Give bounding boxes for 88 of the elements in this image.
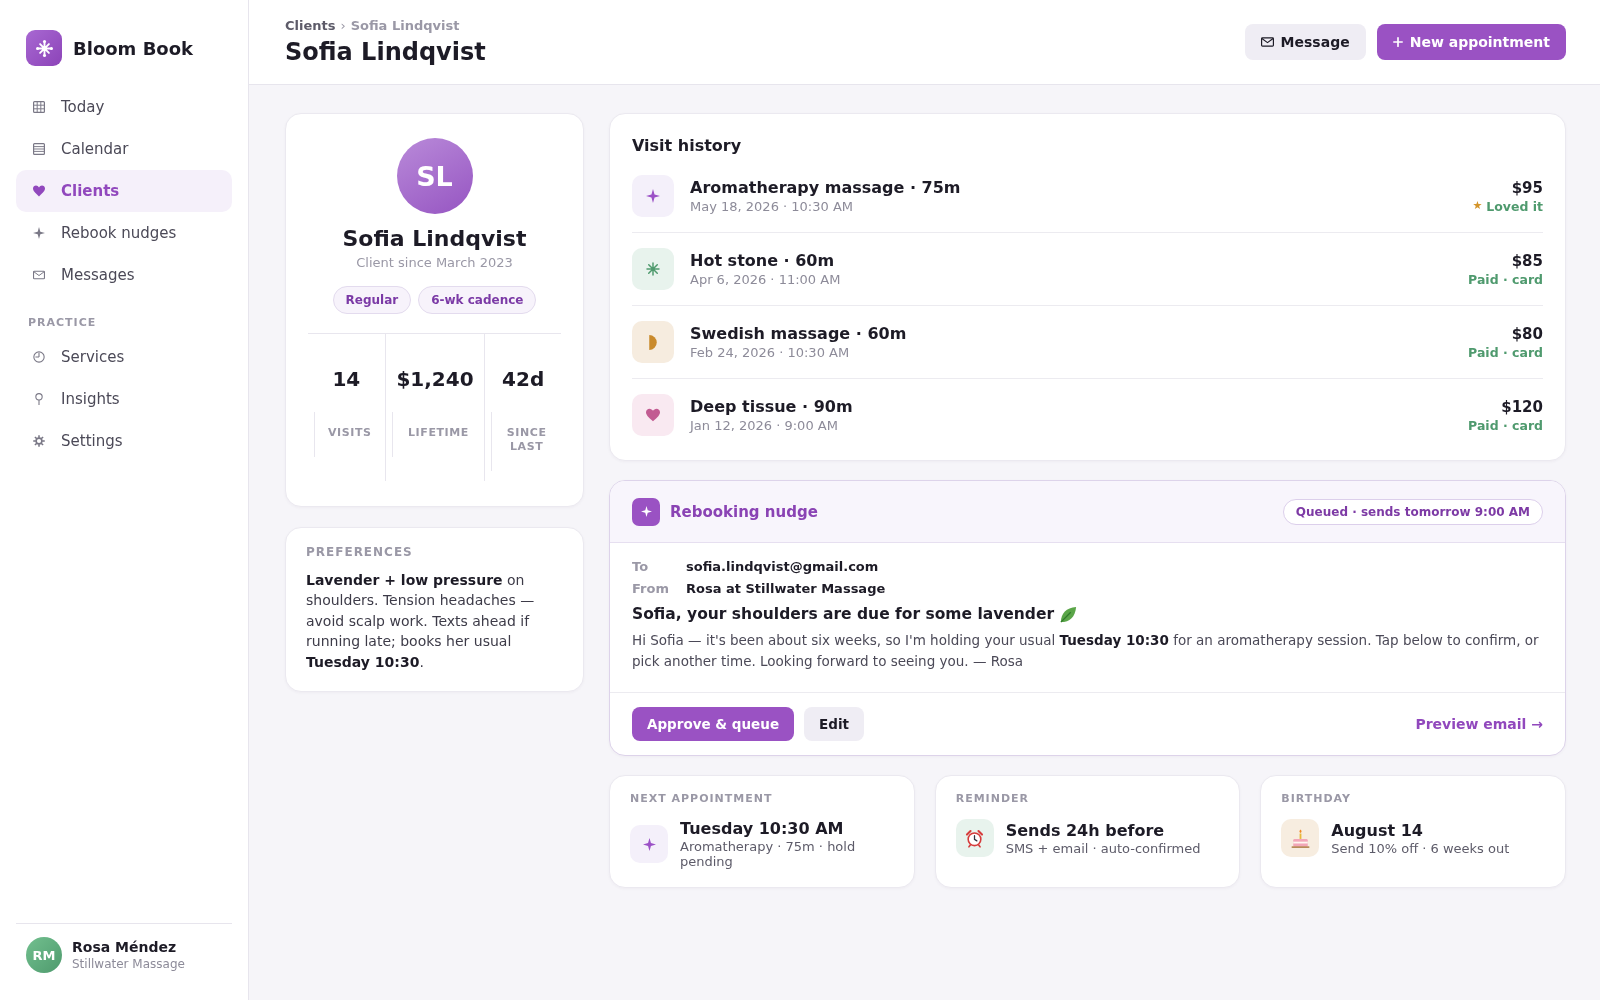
page-title: Sofia Lindqvist — [285, 36, 486, 67]
field-value: sofia.lindqvist@gmail.com — [686, 558, 879, 576]
tag: 6-wk cadence — [418, 286, 537, 314]
user-name: Rosa Méndez — [72, 938, 178, 956]
approve-button[interactable]: Approve & queue — [632, 707, 795, 741]
nav-item[interactable]: Clients — [16, 170, 232, 212]
edit-button[interactable]: Edit — [804, 707, 864, 741]
gear-icon — [33, 435, 45, 447]
alarm-clock-icon — [955, 819, 994, 857]
status-pill: Queued · sends tomorrow 9:00 AM — [1282, 498, 1543, 525]
pin-icon — [33, 393, 45, 405]
chevron-icon: › — [340, 17, 346, 34]
visit-price: $95 — [1511, 177, 1543, 198]
sparkle-icon — [632, 175, 674, 217]
email-body: Hi Sofia — it's been about six weeks, so I'm holding your usual Tuesday 10:30 for an aromatherapy session. Tap below to confirm, or pick another time. Looking forward to seeing you. — Rosa — [632, 631, 1540, 671]
cake-icon — [1281, 819, 1320, 857]
preview-email-link[interactable]: Preview email → — [1415, 716, 1543, 732]
message-button[interactable]: Message — [1244, 24, 1366, 60]
breadcrumb-link[interactable]: Clients — [285, 17, 336, 34]
new-appointment-button[interactable]: New appointment — [1376, 24, 1566, 60]
stat-label: LIFETIME — [391, 412, 485, 457]
field-label: From — [632, 579, 670, 598]
visit-date: Feb 24, 2026 · 10:30 AM — [690, 343, 851, 361]
section-heading: PRACTICE — [28, 316, 98, 330]
preferences-text: Lavender + low pressure on shoulders. Tension headaches — avoid scalp work. Texts ahead if running late; books her usual Tuesday 10:30. — [306, 571, 536, 672]
client-name: Sofia Lindqvist — [342, 225, 527, 253]
visit-status: Paid · card — [1468, 343, 1543, 361]
plus-icon — [1392, 37, 1403, 47]
nav-item[interactable]: Today — [16, 86, 232, 128]
card-label: NEXT APPOINTMENT — [630, 792, 774, 806]
visit-service: Hot stone · 60m — [690, 250, 836, 271]
breadcrumb-current: Sofia Lindqvist — [350, 17, 460, 34]
asterisk-icon — [632, 248, 674, 290]
visit-price: $85 — [1511, 250, 1543, 271]
card-detail: Aromatherapy · 75m · hold pending — [680, 839, 857, 869]
lined-square-icon — [33, 143, 45, 155]
visit-service: Aromatherapy massage · 75m — [690, 177, 962, 198]
nudge-title: Rebooking nudge — [670, 502, 819, 521]
client-since: Client since March 2023 — [356, 254, 513, 272]
flower-logo-icon — [26, 30, 62, 66]
leaf-icon — [1060, 605, 1078, 623]
stat-value: $1,240 — [395, 366, 475, 393]
visit-date: Apr 6, 2026 · 11:00 AM — [690, 270, 842, 288]
visit-price: $120 — [1501, 396, 1543, 417]
section-title: Visit history — [632, 136, 743, 156]
brand-name: Bloom Book — [73, 37, 194, 59]
nav-item[interactable]: Settings — [16, 420, 232, 462]
visit-status: Paid · card — [1468, 270, 1543, 288]
stat-label: SINCE LAST — [491, 412, 561, 471]
envelope-icon — [1260, 37, 1274, 47]
card-detail: Send 10% off · 6 weeks out — [1331, 840, 1510, 856]
envelope-icon — [33, 269, 45, 281]
sparkle-icon — [632, 497, 660, 526]
card-label: BIRTHDAY — [1281, 792, 1353, 806]
card-title: Tuesday 10:30 AM — [680, 819, 845, 839]
stat-value: 42d — [501, 366, 546, 393]
visit-status: Loved it — [1486, 197, 1543, 215]
visit-status: Paid · card — [1468, 416, 1543, 434]
nav-item[interactable]: Rebook nudges — [16, 212, 232, 254]
grid-icon — [33, 101, 45, 113]
card-detail: SMS + email · auto-confirmed — [1005, 840, 1201, 856]
visit-service: Deep tissue · 90m — [690, 396, 854, 417]
field-label: To — [632, 558, 650, 576]
nav-item[interactable]: Messages — [16, 254, 232, 296]
card-title: August 14 — [1331, 820, 1424, 841]
sparkle-icon — [33, 227, 45, 239]
email-subject: Sofia, your shoulders are due for some lavender — [632, 604, 1055, 625]
heart-icon — [33, 185, 45, 197]
card-title: Sends 24h before — [1005, 820, 1166, 841]
visit-date: May 18, 2026 · 10:30 AM — [690, 197, 854, 215]
visit-date: Jan 12, 2026 · 9:00 AM — [690, 416, 839, 434]
visit-price: $80 — [1511, 323, 1543, 344]
section-label: PREFERENCES — [306, 544, 414, 560]
nav-item[interactable]: Services — [16, 336, 232, 378]
business-name: Stillwater Massage — [72, 956, 185, 972]
sparkle-icon — [630, 825, 668, 863]
tag: Regular — [332, 286, 412, 314]
avatar: SL — [396, 138, 473, 214]
field-value: Rosa at Stillwater Massage — [686, 579, 886, 598]
stat-label: VISITS — [314, 412, 385, 457]
clock-icon — [33, 351, 45, 363]
nav-item[interactable]: Insights — [16, 378, 232, 420]
star-icon: ★ — [1472, 199, 1483, 213]
card-label: REMINDER — [955, 792, 1030, 806]
avatar: RM — [26, 937, 62, 973]
visit-service: Swedish massage · 60m — [690, 323, 908, 344]
nav-item[interactable]: Calendar — [16, 128, 232, 170]
stat-value: 14 — [331, 366, 362, 393]
